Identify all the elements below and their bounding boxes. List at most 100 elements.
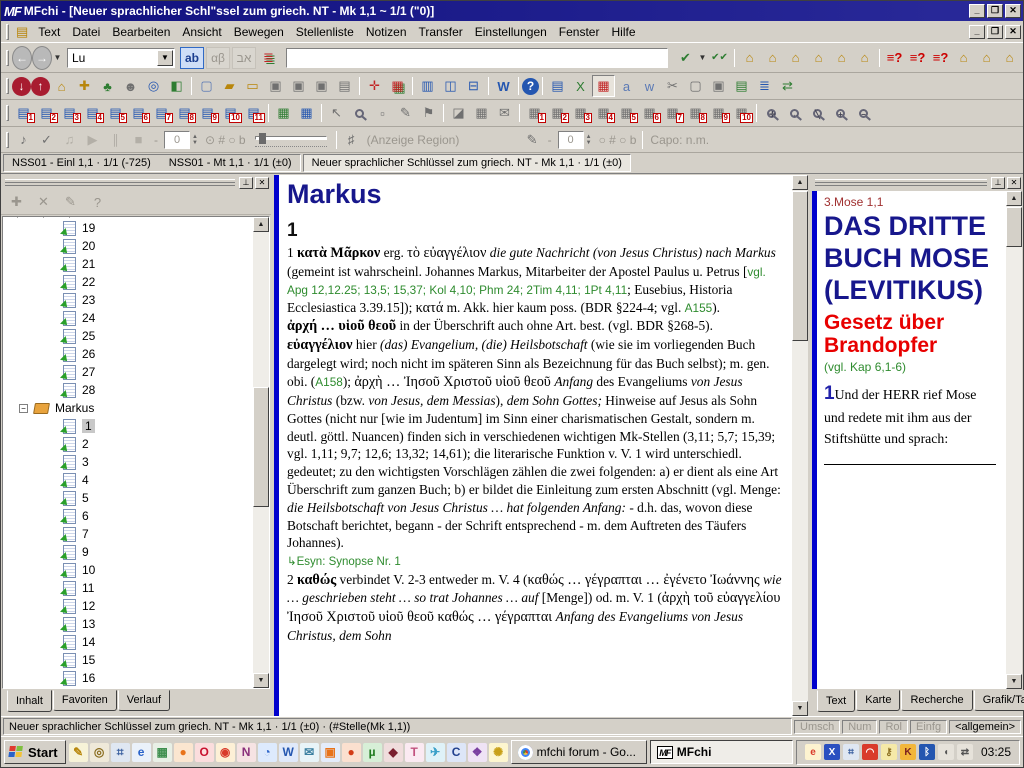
table-preset-button-8[interactable]: ▦8 — [684, 102, 707, 124]
tray-k[interactable]: K — [900, 744, 916, 760]
menu-item[interactable]: Einstellungen — [469, 23, 553, 41]
tree-chapter-item[interactable]: 15 — [3, 651, 101, 669]
ref-home-button-8[interactable]: ⌂ — [975, 46, 998, 70]
translation-combobox[interactable]: Lu ▼ — [67, 48, 175, 68]
table-preset-button-1[interactable]: ▦1 — [523, 102, 546, 124]
cut-button[interactable]: ✂ — [661, 75, 684, 97]
tree-chapter-item[interactable]: 25 — [3, 327, 101, 345]
tray-xear3d[interactable]: X — [824, 744, 840, 760]
mdi-restore-button[interactable]: ❐ — [987, 25, 1003, 39]
close-button[interactable]: ✕ — [1005, 4, 1021, 18]
tree-chapter-item[interactable]: 12 — [3, 597, 101, 615]
panel-close-icon[interactable]: ✕ — [1007, 177, 1021, 189]
ref-home-button-4[interactable]: ⌂ — [807, 46, 830, 70]
tree-chapter-item[interactable]: 11 — [3, 579, 100, 597]
spinner-arrows-icon[interactable]: ▲▼ — [192, 134, 198, 146]
tray-ebay[interactable]: e — [805, 744, 821, 760]
paste-special-button[interactable]: ▣ — [707, 75, 730, 97]
tree-chapter-item[interactable]: 14 — [3, 633, 101, 651]
quicklaunch-search[interactable]: ◎ — [90, 743, 109, 762]
list-preset-button-10[interactable]: ▤10 — [219, 102, 242, 124]
bible-tab[interactable]: Karte — [856, 690, 900, 711]
table-preset-button-10[interactable]: ▦10 — [730, 102, 753, 124]
scroll-thumb[interactable] — [253, 387, 269, 507]
playlist-button[interactable]: ♪ — [12, 129, 35, 151]
module-status-group[interactable]: NSS01 - Einl 1,1 · 1/1 (-725) NSS01 - Mt… — [3, 154, 301, 172]
tray-antivirus[interactable]: ◠ — [862, 744, 878, 760]
tray-bluetooth[interactable]: ᛒ — [919, 744, 935, 760]
tree-chapter-item[interactable]: 4 — [3, 471, 95, 489]
save-as-button[interactable]: ▣ — [287, 75, 310, 97]
structure-button[interactable]: ♣ — [96, 75, 119, 97]
table-import-button[interactable]: ▦ — [592, 75, 615, 97]
quicklaunch-send[interactable]: ✈ — [426, 743, 445, 762]
module-status-1[interactable]: NSS01 - Einl 1,1 · 1/1 (-725) — [12, 157, 151, 169]
tray-network[interactable]: ⌗ — [843, 744, 859, 760]
tree-chapter-item[interactable]: 19 — [3, 219, 101, 237]
scroll-up-icon[interactable]: ▲ — [792, 175, 808, 190]
export-w-button[interactable]: w — [638, 75, 661, 97]
zoom-pan-button[interactable]: ✛ — [760, 102, 783, 124]
goto-last-button[interactable]: ↓ — [12, 77, 31, 96]
tempo-slider[interactable] — [255, 133, 327, 147]
ref-home-button-5[interactable]: ⌂ — [830, 46, 853, 70]
bible-scrollbar[interactable]: ▲ ▼ — [1006, 191, 1022, 689]
tile-vertical-button[interactable]: ◫ — [439, 75, 462, 97]
quicklaunch-calendar[interactable]: C — [447, 743, 466, 762]
scroll-thumb[interactable] — [792, 191, 808, 341]
forward-button[interactable]: → — [32, 46, 52, 70]
menu-item[interactable]: Transfer — [413, 23, 469, 41]
accidental-radios[interactable]: ⊙ # ○ b — [205, 133, 246, 147]
media-wheel-button[interactable]: ◎ — [142, 75, 165, 97]
checklist-button[interactable]: ✓ — [35, 129, 58, 151]
stop-button[interactable]: ■ — [127, 129, 150, 151]
refresh-button[interactable]: ⇄ — [776, 75, 799, 97]
restore-button[interactable]: ❐ — [987, 4, 1003, 18]
excel-export-button[interactable]: X — [569, 75, 592, 97]
pointer-button[interactable]: ↖ — [325, 102, 348, 124]
latin-toggle[interactable]: ab — [180, 47, 204, 69]
taskbar-task-mfchi[interactable]: MF MFchi — [650, 740, 793, 764]
search-input[interactable] — [286, 48, 668, 68]
list-preset-button-5[interactable]: ▤5 — [104, 102, 127, 124]
quicklaunch-messenger[interactable]: ▣ — [321, 743, 340, 762]
document-scrollbar[interactable]: ▲ ▼ — [792, 175, 808, 716]
copy-format-button[interactable]: ▤ — [730, 75, 753, 97]
pin-icon[interactable]: ⊥ — [239, 177, 253, 189]
panel-help-button[interactable]: ? — [86, 191, 109, 213]
quicklaunch-network[interactable]: ⌗ — [111, 743, 130, 762]
save-all-button[interactable]: ▣ — [310, 75, 333, 97]
tray-volume[interactable]: ◖ — [938, 744, 954, 760]
list-preset-button-9[interactable]: ▤9 — [196, 102, 219, 124]
list-preset-button-6[interactable]: ▤6 — [127, 102, 150, 124]
tree-chapter-item[interactable]: 22 — [3, 273, 101, 291]
ref-home-button-9[interactable]: ⌂ — [998, 46, 1021, 70]
tree-chapter-item[interactable]: 3 — [3, 453, 95, 471]
sidebar-tab[interactable]: Inhalt — [7, 690, 52, 712]
table-verify-button[interactable]: ▦ — [470, 102, 493, 124]
delete-entry-button[interactable]: ✕ — [32, 191, 55, 213]
tree-chapter-item[interactable]: 26 — [3, 345, 101, 363]
query-list-button-1[interactable]: ≡? — [883, 46, 906, 70]
check-dropdown[interactable]: ▼ — [697, 46, 708, 70]
tree-chapter-item[interactable]: 7 — [3, 525, 95, 543]
quicklaunch-texteditor[interactable]: T — [405, 743, 424, 762]
menu-item[interactable]: Fenster — [553, 23, 606, 41]
apply-check-button[interactable]: ✔ — [674, 46, 697, 70]
tree-chapter-item[interactable]: 9 — [3, 543, 95, 561]
list-preset-button-11[interactable]: ▤11 — [242, 102, 265, 124]
bible-tab[interactable]: Recherche — [901, 690, 972, 711]
table-preset-button-4[interactable]: ▦4 — [592, 102, 615, 124]
tree-chapter-item[interactable]: 23 — [3, 291, 101, 309]
synopsis-link[interactable]: ↳Esyn: Synopse Nr. 1 — [287, 552, 782, 570]
table-preset-button-7[interactable]: ▦7 — [661, 102, 684, 124]
scroll-down-icon[interactable]: ▼ — [1006, 674, 1022, 689]
ref-home-button-2[interactable]: ⌂ — [761, 46, 784, 70]
scroll-down-icon[interactable]: ▼ — [792, 701, 808, 716]
menu-item[interactable]: Hilfe — [605, 23, 641, 41]
hebrew-toggle[interactable]: אב — [232, 47, 256, 69]
combobox-dropdown-icon[interactable]: ▼ — [157, 50, 173, 66]
ref-home-button-7[interactable]: ⌂ — [952, 46, 975, 70]
menu-item[interactable]: Notizen — [360, 23, 413, 41]
group-button[interactable]: ☻ — [119, 75, 142, 97]
